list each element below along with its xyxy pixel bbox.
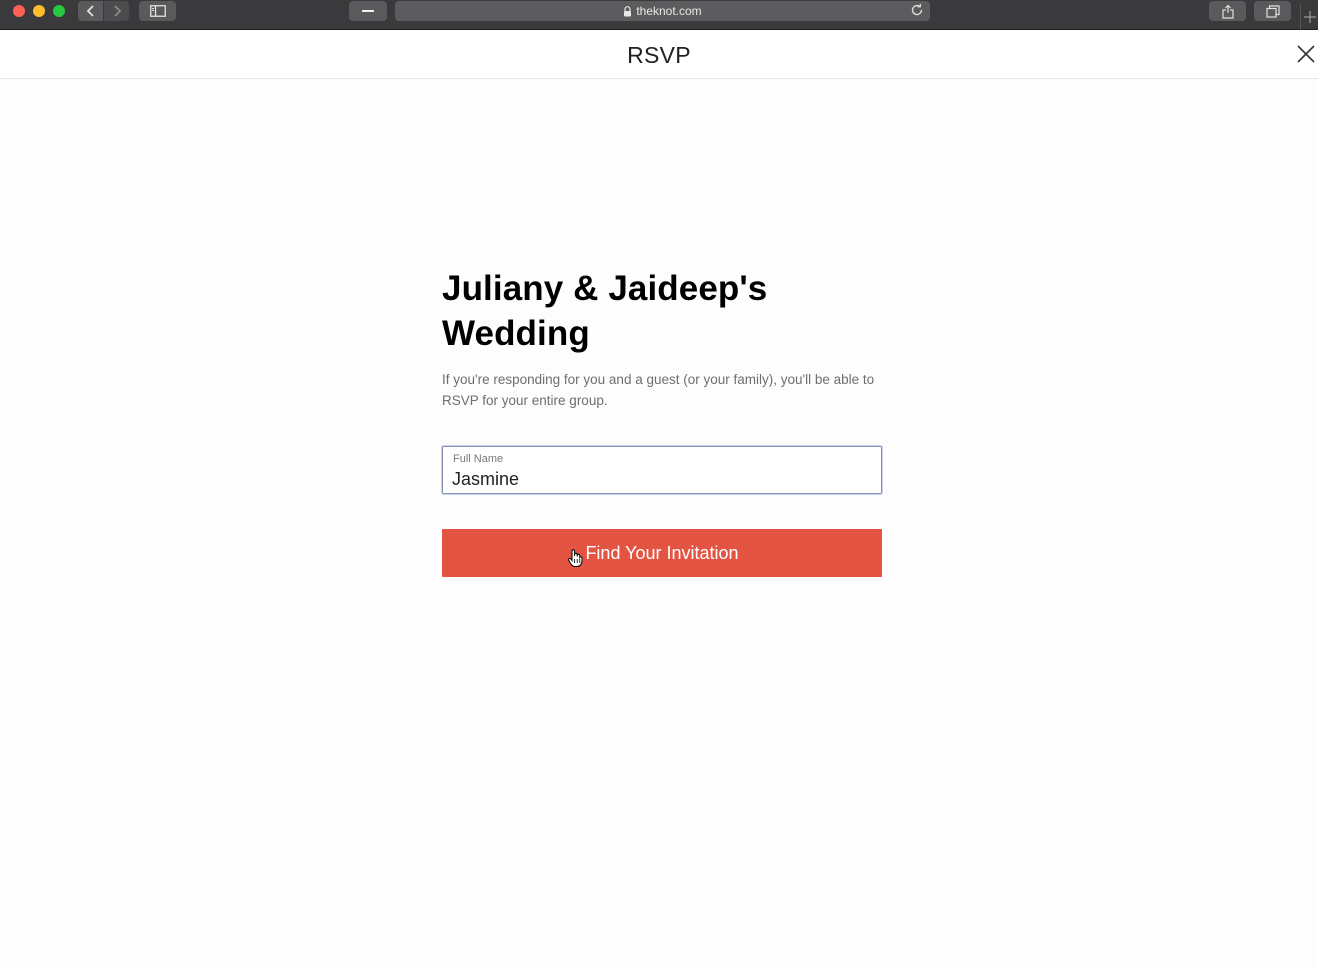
forward-button[interactable]	[104, 1, 129, 21]
browser-toolbar: theknot.com	[0, 0, 1318, 30]
minus-icon	[362, 10, 374, 12]
new-tab-button[interactable]	[1300, 4, 1318, 30]
share-button[interactable]	[1209, 1, 1246, 21]
hand-pointer-cursor-icon	[568, 549, 583, 567]
sidebar-toggle-button[interactable]	[139, 1, 176, 21]
instructions-line2: RSVP for your entire group.	[442, 393, 608, 408]
tab-overview-button[interactable]	[1254, 1, 1291, 21]
address-bar[interactable]: theknot.com	[395, 1, 930, 21]
close-icon	[1297, 45, 1315, 63]
close-window-button[interactable]	[13, 5, 25, 17]
chevron-left-icon	[86, 5, 94, 17]
full-name-field[interactable]: Full Name	[442, 446, 882, 494]
chevron-right-icon	[113, 5, 121, 17]
wedding-title: Juliany & Jaideep's Wedding	[442, 266, 882, 356]
lock-icon	[624, 5, 632, 16]
zoom-window-button[interactable]	[53, 5, 65, 17]
full-name-input[interactable]	[452, 468, 872, 490]
back-button[interactable]	[78, 1, 103, 21]
wedding-title-line2: Wedding	[442, 314, 590, 353]
page-title: RSVP	[627, 42, 691, 68]
sidebar-icon	[149, 5, 166, 17]
full-name-label: Full Name	[453, 453, 504, 465]
modal-header: RSVP	[0, 30, 1318, 79]
share-icon	[1221, 4, 1234, 19]
rsvp-intro: Juliany & Jaideep's Wedding If you're re…	[442, 266, 882, 411]
url-text: theknot.com	[636, 4, 702, 18]
plus-icon	[1303, 11, 1316, 23]
rsvp-instructions: If you're responding for you and a guest…	[442, 369, 882, 411]
reload-icon[interactable]	[910, 3, 924, 17]
close-button[interactable]	[1294, 42, 1318, 66]
wedding-title-line1: Juliany & Jaideep's	[442, 269, 768, 308]
minimize-window-button[interactable]	[33, 5, 45, 17]
tabs-icon	[1265, 4, 1280, 18]
find-invitation-button[interactable]: Find Your Invitation	[442, 529, 882, 577]
reader-button[interactable]	[349, 1, 387, 21]
instructions-line1: If you're responding for you and a guest…	[442, 372, 875, 387]
